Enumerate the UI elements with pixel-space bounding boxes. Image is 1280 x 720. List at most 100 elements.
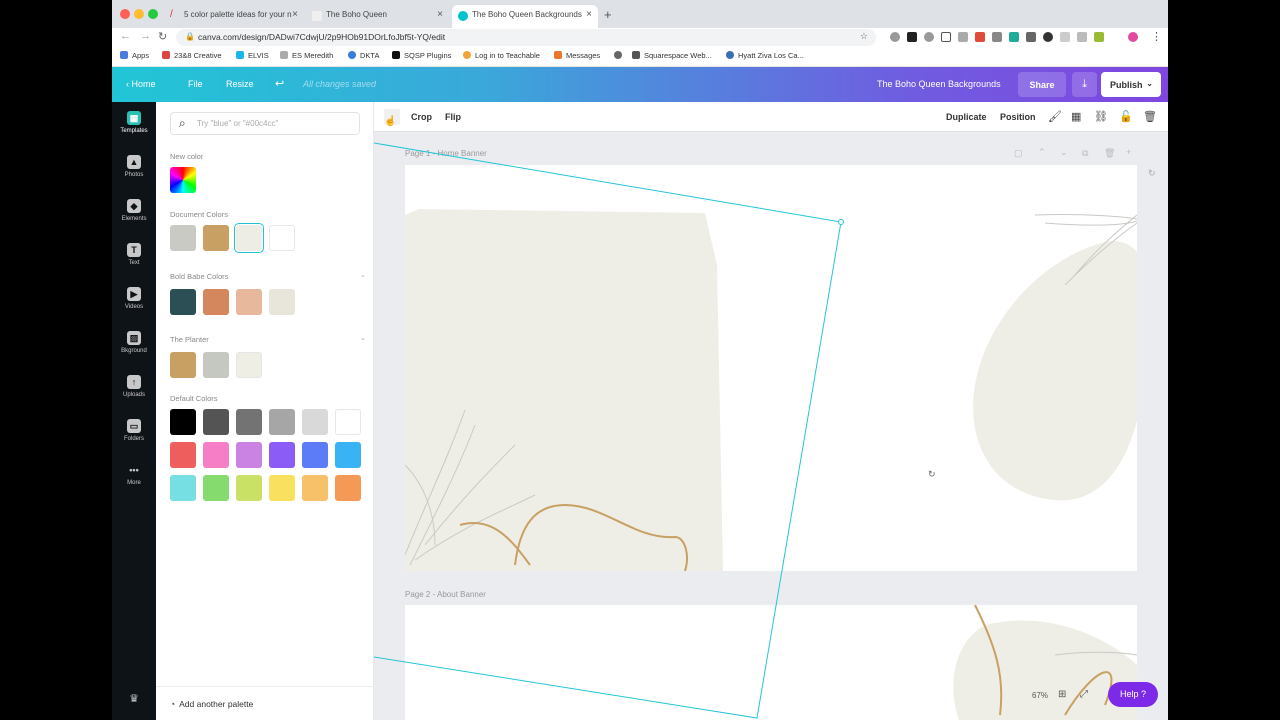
add-palette-button[interactable]: ◔ Add another palette [156, 686, 374, 720]
extension-icon[interactable] [1009, 32, 1019, 42]
bookmark-item[interactable]: Messages [554, 51, 600, 60]
help-icon: ? [1141, 689, 1147, 699]
side-nav-videos[interactable]: ▶ Videos [112, 287, 156, 310]
side-nav-photos[interactable]: ▲ Photos [112, 155, 156, 178]
bookmark-item[interactable]: Apps [120, 51, 149, 60]
extension-icon[interactable] [907, 32, 917, 42]
default-color-swatch[interactable] [170, 475, 196, 501]
side-nav-uploads[interactable]: ↑ Uploads [112, 375, 156, 398]
publish-button[interactable]: Publish ⌄ [1101, 72, 1161, 97]
minimize-window-button[interactable] [134, 9, 144, 19]
bookmark-item[interactable]: Log in to Teachable [463, 51, 540, 60]
back-icon[interactable]: ← [120, 30, 131, 42]
browser-tab[interactable]: / 5 color palette ideas for your n × [164, 5, 304, 28]
design-title[interactable]: The Boho Queen Backgrounds [877, 79, 1001, 89]
file-menu[interactable]: File [188, 79, 203, 89]
document-color-swatch[interactable] [170, 225, 196, 251]
bookmark-item[interactable]: DKTA [348, 51, 379, 60]
bookmark-item[interactable]: ES Meredith [280, 51, 333, 60]
reload-icon[interactable]: ↻ [158, 30, 167, 43]
palette-color-swatch[interactable] [170, 352, 196, 378]
side-nav-text[interactable]: T Text [112, 243, 156, 266]
download-icon[interactable]: ⤓ [1072, 72, 1097, 97]
maximize-window-button[interactable] [148, 9, 158, 19]
crown-icon[interactable]: ♛ [112, 692, 156, 705]
resize-button[interactable]: Resize [226, 79, 254, 89]
side-nav-elements[interactable]: ◆ Elements [112, 199, 156, 222]
extension-icon[interactable] [1060, 32, 1070, 42]
default-color-swatch[interactable] [269, 442, 295, 468]
color-search-input[interactable]: ⌕ Try "blue" or "#00c4cc" [170, 112, 360, 135]
default-color-swatch[interactable] [203, 475, 229, 501]
close-tab-icon[interactable]: × [292, 9, 298, 20]
default-color-swatch[interactable] [335, 409, 361, 435]
default-color-swatch[interactable] [236, 409, 262, 435]
browser-window: / 5 color palette ideas for your n × The… [112, 0, 1168, 720]
side-nav-background[interactable]: ▨ Bkground [112, 331, 156, 354]
bookmark-item[interactable]: Hyatt Ziva Los Ca... [726, 51, 804, 60]
extension-icon[interactable] [890, 32, 900, 42]
default-color-swatch[interactable] [170, 409, 196, 435]
document-color-swatch[interactable] [236, 225, 262, 251]
extension-icon[interactable] [958, 32, 968, 42]
help-button[interactable]: Help ? [1108, 682, 1158, 707]
extension-icon[interactable] [1077, 32, 1087, 42]
share-button[interactable]: Share [1018, 72, 1066, 97]
profile-avatar-icon[interactable] [1128, 32, 1138, 42]
zoom-level[interactable]: 67% [1032, 691, 1048, 700]
home-button[interactable]: ‹ Home [126, 79, 156, 89]
new-tab-button[interactable]: + [604, 7, 612, 22]
browser-tab-active[interactable]: The Boho Queen Backgrounds × [452, 5, 598, 28]
extension-icon[interactable] [975, 32, 985, 42]
extension-icon[interactable] [941, 32, 951, 42]
default-color-swatch[interactable] [269, 409, 295, 435]
palette-color-swatch[interactable] [203, 352, 229, 378]
default-color-swatch[interactable] [203, 409, 229, 435]
fullscreen-icon[interactable]: ⤢ [1080, 689, 1088, 700]
default-color-swatch[interactable] [269, 475, 295, 501]
default-color-swatch[interactable] [170, 442, 196, 468]
default-color-swatch[interactable] [302, 475, 328, 501]
palette-color-swatch[interactable] [203, 289, 229, 315]
new-color-swatch[interactable] [170, 167, 196, 193]
document-color-swatch[interactable] [203, 225, 229, 251]
extension-icon[interactable] [924, 32, 934, 42]
bookmark-item[interactable]: ELVIS [236, 51, 269, 60]
document-color-swatch[interactable] [269, 225, 295, 251]
bookmark-item[interactable]: 23&8 Creative [162, 51, 222, 60]
bookmark-item[interactable]: SQSP Plugins [392, 51, 451, 60]
bookmark-item[interactable] [614, 51, 626, 60]
default-color-swatch[interactable] [335, 442, 361, 468]
chevron-down-icon[interactable]: ⌄ [360, 271, 366, 279]
palette-color-swatch[interactable] [236, 352, 262, 378]
bookmark-item[interactable]: Squarespace Web... [632, 51, 712, 60]
default-color-swatch[interactable] [236, 442, 262, 468]
chevron-down-icon[interactable]: ⌄ [360, 334, 366, 342]
close-tab-icon[interactable]: × [437, 9, 443, 20]
side-nav-templates[interactable]: ▦ Templates [112, 111, 156, 134]
browser-tab[interactable]: The Boho Queen × [306, 5, 449, 28]
default-color-swatch[interactable] [302, 442, 328, 468]
palette-color-swatch[interactable] [269, 289, 295, 315]
rotate-handle-icon[interactable]: ↻ [928, 469, 936, 480]
extension-icon[interactable] [1043, 32, 1053, 42]
grid-view-icon[interactable]: ⊞ [1058, 689, 1066, 700]
palette-color-swatch[interactable] [236, 289, 262, 315]
browser-menu-icon[interactable]: ⋮ [1151, 30, 1162, 43]
default-color-swatch[interactable] [203, 442, 229, 468]
extension-icon[interactable] [992, 32, 1002, 42]
forward-icon[interactable]: → [140, 30, 151, 42]
side-nav-folders[interactable]: ▭ Folders [112, 419, 156, 442]
default-color-swatch[interactable] [335, 475, 361, 501]
close-window-button[interactable] [120, 9, 130, 19]
extension-icon[interactable] [1026, 32, 1036, 42]
palette-color-swatch[interactable] [170, 289, 196, 315]
star-icon[interactable]: ☆ [860, 31, 868, 42]
side-nav-more[interactable]: ••• More [112, 463, 156, 486]
close-tab-icon[interactable]: × [586, 9, 592, 20]
extension-icon[interactable] [1094, 32, 1104, 42]
address-bar[interactable]: 🔒 canva.com/design/DADwi7CdwjU/2p9HOb91D… [176, 29, 876, 46]
default-color-swatch[interactable] [302, 409, 328, 435]
undo-icon[interactable]: ↩ [275, 77, 284, 90]
default-color-swatch[interactable] [236, 475, 262, 501]
